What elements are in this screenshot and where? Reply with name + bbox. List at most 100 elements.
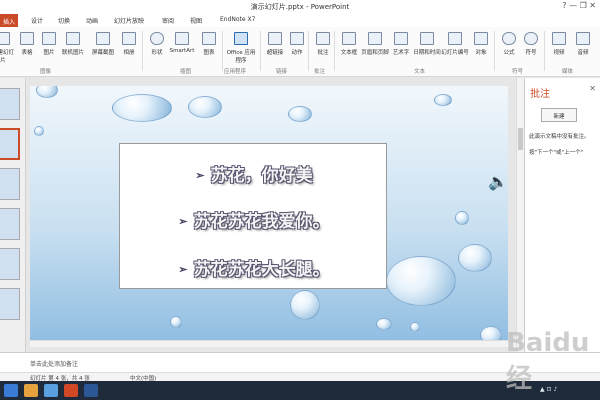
taskbar-app-icon[interactable]	[44, 384, 58, 397]
water-drop	[410, 322, 420, 332]
shapes-label: 形状	[151, 50, 163, 56]
omega-icon	[524, 32, 538, 45]
slide-text-box[interactable]: ➢ 苏花，你好美 ➢ 苏花苏花我爱你。 ➢ 苏花苏花大长腿。	[119, 143, 387, 289]
screenshot-icon	[96, 32, 110, 45]
group-images: 图像	[40, 69, 52, 75]
slide-thumbnail[interactable]	[0, 248, 20, 280]
new-comment-button[interactable]: 新建	[541, 108, 577, 122]
header-footer-button[interactable]: 页眉和页脚	[360, 30, 390, 64]
ribbon: 新建幻灯片 表格 图片 联机图片 屏幕截图 相册 形状 SmartArt 图表 …	[0, 27, 600, 77]
slide-thumbnail[interactable]	[0, 168, 20, 200]
video-label: 视频	[553, 50, 565, 56]
album-button[interactable]: 相册	[116, 30, 142, 64]
album-icon	[122, 32, 136, 45]
slide[interactable]: ➢ 苏花，你好美 ➢ 苏花苏花我爱你。 ➢ 苏花苏花大长腿。	[30, 86, 508, 344]
notes-placeholder[interactable]: 单击此处添加备注	[30, 359, 78, 368]
vertical-scrollbar[interactable]	[516, 78, 524, 352]
smartart-button[interactable]: SmartArt	[168, 30, 196, 64]
shapes-button[interactable]: 形状	[144, 30, 170, 64]
textbox-button[interactable]: 文本框	[336, 30, 362, 64]
taskbar-app-icon[interactable]	[24, 384, 38, 397]
tab-view[interactable]: 视图	[190, 16, 202, 25]
screenshot-button[interactable]: 屏幕截图	[88, 30, 118, 64]
water-drop	[288, 106, 312, 122]
ribbon-separator	[308, 31, 309, 71]
window-title: 演示幻灯片.pptx - PowerPoint	[250, 3, 350, 11]
online-picture-icon	[66, 32, 80, 45]
comments-empty-text: 此演示文稿中没有批注。	[529, 134, 590, 140]
slide-thumbnail[interactable]	[0, 88, 20, 120]
line-2-text: 苏花苏花我爱你。	[193, 212, 330, 232]
slide-number-button[interactable]: 幻灯片编号	[440, 30, 470, 64]
water-drop	[290, 290, 320, 320]
shapes-icon	[150, 32, 164, 45]
ribbon-separator	[142, 31, 143, 71]
new-slide-icon	[0, 32, 10, 45]
line-1-text: 苏花，你好美	[210, 166, 313, 186]
speaker-icon[interactable]: 🔈	[488, 172, 508, 191]
menu-bar: 插入 设计 切换 动画 幻灯片放映 审阅 视图 EndNote X7	[0, 14, 600, 27]
office-apps-button[interactable]: Office 应用程序	[224, 30, 258, 64]
online-picture-button[interactable]: 联机图片	[58, 30, 88, 64]
date-time-icon	[420, 32, 434, 45]
video-button[interactable]: 视频	[546, 30, 572, 64]
water-drop	[458, 244, 492, 272]
close-icon[interactable]: ✕	[589, 84, 596, 93]
comments-pane: 批注 ✕ 新建 此演示文稿中没有批注。 按"下一个"或"上一个"	[524, 78, 600, 352]
group-illustrations: 插图	[180, 69, 192, 75]
action-button[interactable]: 动作	[284, 30, 310, 64]
object-icon	[474, 32, 488, 45]
slide-thumbnail[interactable]	[0, 208, 20, 240]
group-links: 链接	[276, 69, 288, 75]
water-drop	[188, 96, 222, 118]
tab-slideshow[interactable]: 幻灯片放映	[114, 16, 144, 25]
ribbon-separator	[494, 31, 495, 71]
water-drop	[34, 126, 44, 136]
tab-endnote[interactable]: EndNote X7	[220, 16, 255, 23]
tab-design[interactable]: 设计	[31, 16, 43, 25]
slide-text-line-3[interactable]: ➢ 苏花苏花大长腿。	[120, 255, 388, 280]
wordart-icon	[394, 32, 408, 45]
window-controls[interactable]: ? — ❐ ✕	[562, 1, 596, 10]
bullet-arrow-icon: ➢	[178, 263, 188, 276]
tab-review[interactable]: 审阅	[162, 16, 174, 25]
picture-label: 图片	[43, 50, 55, 56]
slide-thumbnail-panel	[0, 78, 26, 352]
slide-thumbnail-selected[interactable]	[0, 128, 20, 160]
scrollbar-thumb[interactable]	[518, 128, 523, 150]
object-button[interactable]: 对象	[468, 30, 494, 64]
office-apps-icon	[234, 32, 248, 45]
group-comments: 批注	[314, 69, 326, 75]
slide-number-icon	[448, 32, 462, 45]
slide-thumbnail[interactable]	[0, 288, 20, 320]
new-comment-label: 新建	[553, 114, 565, 120]
water-drop	[386, 256, 456, 306]
bullet-arrow-icon: ➢	[178, 215, 188, 228]
ribbon-separator	[334, 31, 335, 71]
comment-button[interactable]: 批注	[310, 30, 336, 64]
table-label: 表格	[21, 50, 33, 56]
symbol-button[interactable]: 符号	[518, 30, 544, 64]
action-icon	[290, 32, 304, 45]
taskbar-app-icon[interactable]	[84, 384, 98, 397]
tab-animations[interactable]: 动画	[86, 16, 98, 25]
date-time-button[interactable]: 日期和时间	[412, 30, 442, 64]
start-icon[interactable]	[4, 384, 18, 397]
water-drop	[434, 94, 452, 106]
horizontal-scrollbar[interactable]	[30, 340, 516, 347]
wordart-button[interactable]: 艺术字	[388, 30, 414, 64]
slide-text-line-2[interactable]: ➢ 苏花苏花我爱你。	[120, 207, 388, 232]
slide-editing-area: ➢ 苏花，你好美 ➢ 苏花苏花我爱你。 ➢ 苏花苏花大长腿。	[30, 78, 516, 352]
chart-label: 图表	[203, 50, 215, 56]
audio-button[interactable]: 音频	[570, 30, 596, 64]
office-apps-label: Office 应用程序	[226, 50, 256, 64]
slide-text-line-1[interactable]: ➢ 苏花，你好美	[120, 161, 388, 186]
tab-insert[interactable]: 插入	[0, 14, 19, 27]
tab-transitions[interactable]: 切换	[58, 16, 70, 25]
powerpoint-icon[interactable]	[64, 384, 78, 397]
group-symbols: 符号	[512, 69, 524, 75]
smartart-icon	[175, 32, 189, 45]
hyperlink-label: 超链接	[266, 50, 284, 56]
comment-icon	[316, 32, 330, 45]
chart-button[interactable]: 图表	[196, 30, 222, 64]
